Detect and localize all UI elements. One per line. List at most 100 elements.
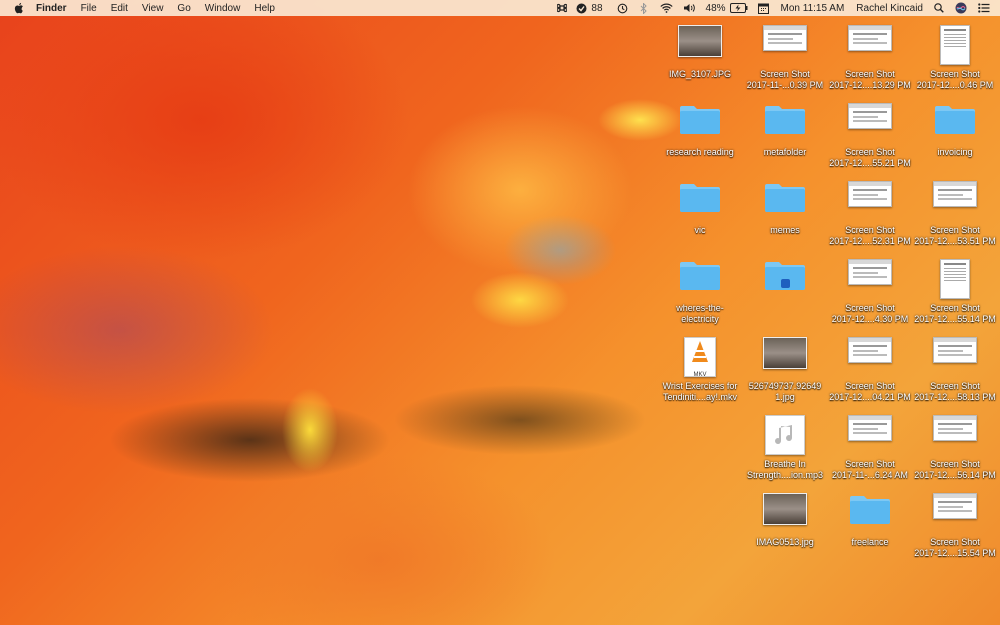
mkv-badge: MKV [693, 372, 707, 378]
screenshot-thumbnail-icon [933, 337, 977, 363]
desktop[interactable]: Finder File Edit View Go Window Help 88 [0, 0, 1000, 625]
alias-badge-icon [781, 279, 790, 288]
desktop-icon[interactable] [742, 259, 828, 337]
user-name[interactable]: Rachel Kincaid [856, 3, 923, 14]
desktop-icon[interactable]: wheres-the-electricity [657, 259, 743, 337]
desktop-icon-subname: 2017-12....13.29 PM [829, 80, 911, 90]
desktop-icon-name: freelance [851, 537, 889, 547]
desktop-icon-name: metafolder [763, 147, 807, 157]
volume-icon[interactable] [683, 0, 696, 16]
photo-thumbnail-icon [763, 337, 807, 369]
battery-percent: 48% [705, 2, 726, 14]
notification-center-icon[interactable] [978, 0, 990, 16]
desktop-icon-name: Screen Shot [845, 303, 895, 313]
time-machine-icon[interactable] [617, 0, 628, 16]
desktop-icon[interactable]: IMAG0513.jpg [742, 493, 828, 571]
menu-edit[interactable]: Edit [111, 3, 128, 14]
desktop-icon-subname: electricity [681, 314, 719, 324]
siri-icon[interactable] [955, 0, 967, 16]
desktop-icon[interactable]: Screen Shot 2017-12....52.31 PM [827, 181, 913, 259]
desktop-icon-label: memes [742, 225, 828, 236]
calendar-icon[interactable] [757, 0, 769, 16]
desktop-icon[interactable]: Screen Shot 2017-12....55.21 PM [827, 103, 913, 181]
desktop-icon[interactable]: Screen Shot 2017-12....4.30 PM [827, 259, 913, 337]
screenshot-thumbnail-icon [848, 337, 892, 363]
screenshot-thumbnail-icon [848, 415, 892, 441]
desktop-icon[interactable]: Screen Shot 2017-12....15.54 PM [912, 493, 998, 571]
desktop-icon[interactable]: vic [657, 181, 743, 259]
screenshot-thumbnail-icon [848, 181, 892, 207]
folder-icon [679, 181, 721, 213]
folder-icon [679, 103, 721, 135]
desktop-icon[interactable]: 526749737.92649 1.jpg [742, 337, 828, 415]
desktop-icon[interactable]: Screen Shot 2017-12....55.14 PM [912, 259, 998, 337]
folder-icon [764, 103, 806, 135]
desktop-icon[interactable]: Breathe In Strength....ion.mp3 [742, 415, 828, 493]
desktop-icon[interactable]: Screen Shot 2017-12....04.21 PM [827, 337, 913, 415]
screenshot-thumbnail-icon [763, 25, 807, 51]
desktop-icon[interactable]: research reading [657, 103, 743, 181]
screenshot-thumbnail-icon [940, 25, 970, 65]
desktop-icon-label: Screen Shot 2017-12....13.29 PM [827, 69, 913, 91]
desktop-icon[interactable]: Screen Shot 2017-12....13.29 PM [827, 25, 913, 103]
desktop-icon-label: Screen Shot 2017-12....55.14 PM [912, 303, 998, 325]
desktop-icon-label: freelance [827, 537, 913, 548]
folder-icon [764, 181, 806, 213]
vlc-cone-icon: MKV [684, 337, 716, 378]
desktop-icon-label: Breathe In Strength....ion.mp3 [742, 459, 828, 481]
spotlight-search-icon[interactable] [934, 0, 944, 16]
desktop-icon-label: Screen Shot 2017-12....15.54 PM [912, 537, 998, 559]
menu-clock[interactable]: Mon 11:15 AM [781, 3, 845, 14]
desktop-icon[interactable]: Screen Shot 2017-12....56.14 PM [912, 415, 998, 493]
battery-charging-icon[interactable] [729, 0, 748, 16]
desktop-icon[interactable]: Screen Shot 2017-12....58.13 PM [912, 337, 998, 415]
desktop-icon-label: metafolder [742, 147, 828, 158]
notifications-count: 88 [591, 2, 603, 14]
photo-thumbnail-icon [678, 25, 722, 57]
menu-view[interactable]: View [142, 3, 164, 14]
screenshot-thumbnail-icon [940, 259, 970, 299]
wifi-icon[interactable] [659, 0, 673, 16]
menu-help[interactable]: Help [254, 3, 275, 14]
music-note-icon [765, 415, 805, 455]
menu-bar-status: 88 48% Mon 11:15 AM Rachel Kincaid [548, 0, 1000, 16]
screenshot-thumbnail-icon [933, 493, 977, 519]
desktop-icon-subname: 2017-12....53.51 PM [914, 236, 996, 246]
command-icon[interactable] [557, 0, 568, 16]
desktop-icon-label: 526749737.92649 1.jpg [742, 381, 828, 403]
desktop-icon-name: research reading [666, 147, 734, 157]
desktop-icon[interactable]: memes [742, 181, 828, 259]
bluetooth-icon[interactable] [640, 0, 648, 16]
desktop-icon[interactable]: MKV Wrist Exercises for Tendiniti....ay!.m… [657, 337, 743, 415]
desktop-icon[interactable]: metafolder [742, 103, 828, 181]
desktop-icon-name: memes [770, 225, 800, 235]
desktop-icon-label: Screen Shot 2017-12....56.14 PM [912, 459, 998, 481]
desktop-icon[interactable]: invoicing [912, 103, 998, 181]
desktop-icon[interactable]: Screen Shot 2017-12....0.46 PM [912, 25, 998, 103]
desktop-icon-name: Screen Shot [845, 147, 895, 157]
menu-app-finder[interactable]: Finder [36, 3, 67, 14]
desktop-icon-label: Screen Shot 2017-12....04.21 PM [827, 381, 913, 403]
desktop-icon[interactable]: Screen Shot 2017-12....53.51 PM [912, 181, 998, 259]
desktop-icon[interactable]: Screen Shot 2017-11-...6.24 AM [827, 415, 913, 493]
desktop-icon-label: Screen Shot 2017-12....0.46 PM [912, 69, 998, 91]
desktop-icon-subname: 2017-12....55.21 PM [829, 158, 911, 168]
screenshot-thumbnail-icon [848, 103, 892, 129]
desktop-icon[interactable]: IMG_3107.JPG [657, 25, 743, 103]
desktop-icon-subname: Tendiniti....ay!.mkv [662, 392, 738, 402]
desktop-icon-subname: 2017-11-...6.24 AM [832, 470, 908, 480]
desktop-icon[interactable]: freelance [827, 493, 913, 571]
menu-file[interactable]: File [81, 3, 97, 14]
menu-go[interactable]: Go [177, 3, 190, 14]
desktop-icon-name: Screen Shot [760, 69, 810, 79]
apple-icon[interactable] [14, 2, 24, 14]
desktop-icon-name: invoicing [937, 147, 973, 157]
desktop-icon-name: Breathe In [764, 459, 806, 469]
desktop-icon-name: Screen Shot [845, 381, 895, 391]
desktop-icon-subname: 1.jpg [775, 392, 795, 402]
desktop-icon-label: Screen Shot 2017-12....4.30 PM [827, 303, 913, 325]
desktop-icon[interactable]: Screen Shot 2017-11-...0.39 PM [742, 25, 828, 103]
folder-icon [679, 259, 721, 291]
menu-window[interactable]: Window [205, 3, 241, 14]
notifications-icon[interactable] [576, 0, 587, 16]
